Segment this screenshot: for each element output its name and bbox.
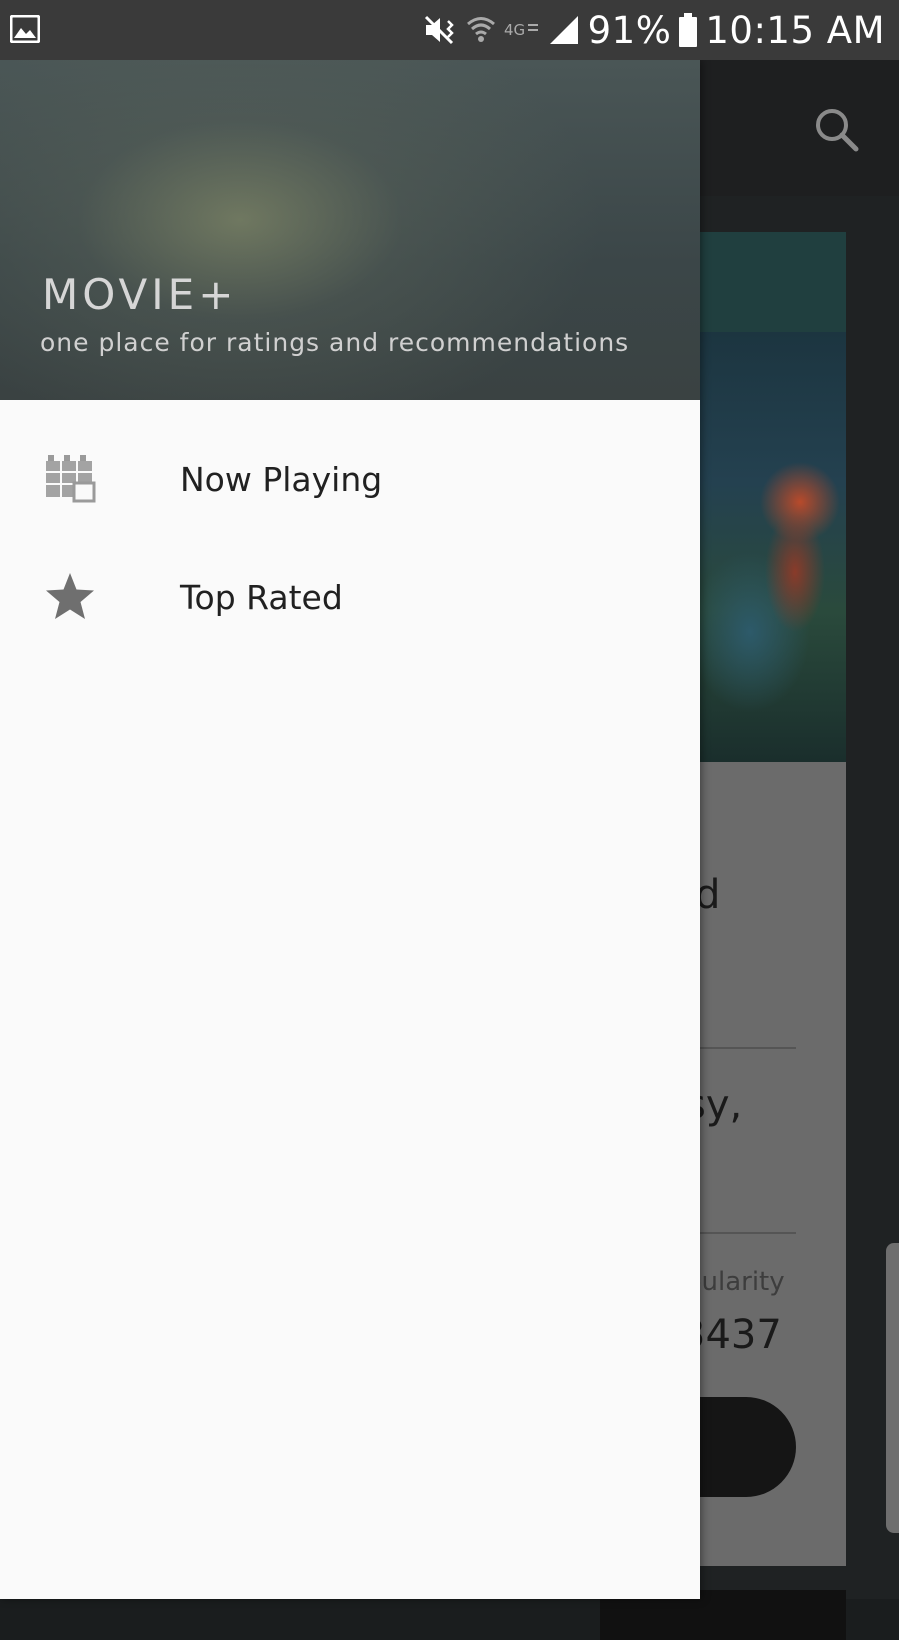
menu-item-label: Now Playing xyxy=(180,459,383,499)
app-name: MOVIE+ xyxy=(42,270,238,319)
search-icon[interactable] xyxy=(812,105,862,155)
star-icon xyxy=(46,573,94,619)
battery-percent: 91% xyxy=(587,8,672,52)
battery-icon xyxy=(679,13,698,47)
wifi-icon xyxy=(466,17,495,42)
calendar-icon xyxy=(46,455,96,503)
clock: 10:15 AM xyxy=(705,8,885,52)
image-icon xyxy=(10,15,40,43)
signal-icon xyxy=(549,16,578,44)
menu-item-top-rated[interactable]: Top Rated xyxy=(0,538,700,656)
edge-handle[interactable] xyxy=(886,1243,899,1533)
app-tagline: one place for ratings and recommendation… xyxy=(40,328,630,357)
mute-vibrate-icon xyxy=(424,15,454,45)
svg-text:4G: 4G xyxy=(504,21,525,39)
navigation-drawer: MOVIE+ one place for ratings and recomme… xyxy=(0,60,700,1599)
menu-item-label: Top Rated xyxy=(180,577,343,617)
drawer-menu: Now Playing Top Rated xyxy=(0,420,700,656)
status-bar: 4G 91% 10:15 AM xyxy=(0,0,899,60)
lte-icon: 4G xyxy=(504,21,538,39)
menu-item-now-playing[interactable]: Now Playing xyxy=(0,420,700,538)
drawer-header: MOVIE+ one place for ratings and recomme… xyxy=(0,60,700,400)
